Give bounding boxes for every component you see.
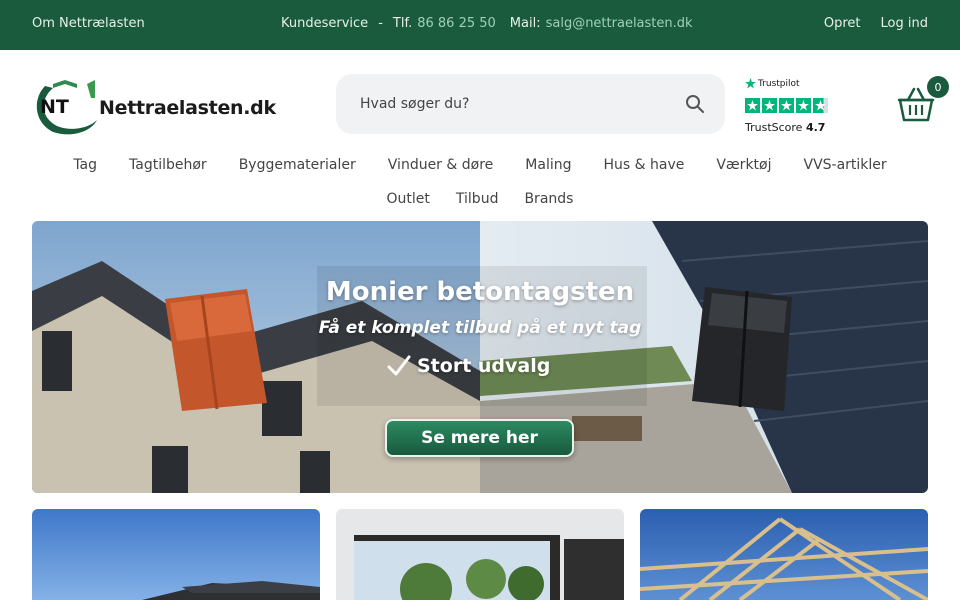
contact-info: Kundeservice - Tlf. 86 86 25 50 Mail: sa… [281, 16, 693, 31]
category-card-windows[interactable] [336, 509, 624, 600]
nav-item-tagtilbehor[interactable]: Tagtilbehør [129, 157, 207, 173]
account-links: Opret Log ind [824, 16, 928, 31]
star-icon [779, 98, 794, 113]
category-image [32, 509, 320, 600]
nav-item-vvs-artikler[interactable]: VVS-artikler [804, 157, 887, 173]
create-account-link[interactable]: Opret [824, 16, 861, 31]
star-icon [762, 98, 777, 113]
hero-banner[interactable]: Monier betontagsten Få et komplet tilbud… [32, 221, 928, 493]
separator: - [378, 16, 383, 31]
banner-feature-text: Stort udvalg [417, 355, 551, 377]
checkmark-icon [387, 355, 411, 376]
trustscore-label: TrustScore [745, 121, 803, 134]
search-input[interactable] [336, 74, 666, 134]
nav-row-2: Outlet Tilbud Brands [0, 191, 960, 207]
category-card-roof[interactable] [32, 509, 320, 600]
mail-address[interactable]: salg@nettraelasten.dk [546, 16, 693, 31]
banner-feature: Stort udvalg [387, 355, 550, 377]
banner-title: Monier betontagsten [325, 277, 635, 307]
trustscore-value: 4.7 [805, 121, 826, 134]
category-image [640, 509, 928, 600]
star-icon [796, 98, 811, 113]
cart-count-badge: 0 [927, 76, 949, 98]
phone-number[interactable]: 86 86 25 50 [417, 16, 496, 31]
nav-item-vaerktoj[interactable]: Værktøj [716, 157, 771, 173]
phone-label: Tlf. [392, 16, 413, 31]
nav-item-tilbud[interactable]: Tilbud [456, 191, 499, 207]
nav-item-brands[interactable]: Brands [524, 191, 573, 207]
about-link[interactable]: Om Nettrælasten [32, 16, 145, 31]
category-card-timber[interactable] [640, 509, 928, 600]
nav-item-vinduer-dore[interactable]: Vinduer & døre [388, 157, 494, 173]
login-link[interactable]: Log ind [881, 16, 928, 31]
nav-item-maling[interactable]: Maling [525, 157, 571, 173]
nav-row-1: Tag Tagtilbehør Byggematerialer Vinduer … [0, 157, 960, 173]
trustpilot-brand-label: Trustpilot [758, 78, 800, 89]
logo-text[interactable]: Nettraelasten.dk [99, 97, 276, 119]
star-half-icon [813, 98, 828, 113]
logo-mark-text: NT [40, 96, 69, 118]
nav-item-hus-have[interactable]: Hus & have [603, 157, 684, 173]
search-bar [336, 74, 725, 134]
nav-item-outlet[interactable]: Outlet [387, 191, 430, 207]
trustpilot-star-icon [745, 78, 756, 89]
trustpilot-stars [745, 98, 828, 113]
customer-service-label: Kundeservice [281, 16, 369, 31]
mail-label: Mail: [509, 16, 541, 31]
see-more-button[interactable]: Se mere her [385, 419, 574, 457]
category-image [336, 509, 624, 600]
nav-item-tag[interactable]: Tag [73, 157, 97, 173]
trustpilot-widget[interactable]: Trustpilot TrustScore 4.7 [745, 78, 845, 136]
nav-item-byggematerialer[interactable]: Byggematerialer [239, 157, 356, 173]
star-icon [745, 98, 760, 113]
trustpilot-brand: Trustpilot [745, 78, 800, 89]
search-icon[interactable] [685, 94, 705, 114]
top-bar: Om Nettrælasten Kundeservice - Tlf. 86 8… [0, 0, 960, 50]
banner-subtitle: Få et komplet tilbud på et nyt tag [318, 318, 642, 338]
trustscore: TrustScore 4.7 [745, 121, 825, 134]
